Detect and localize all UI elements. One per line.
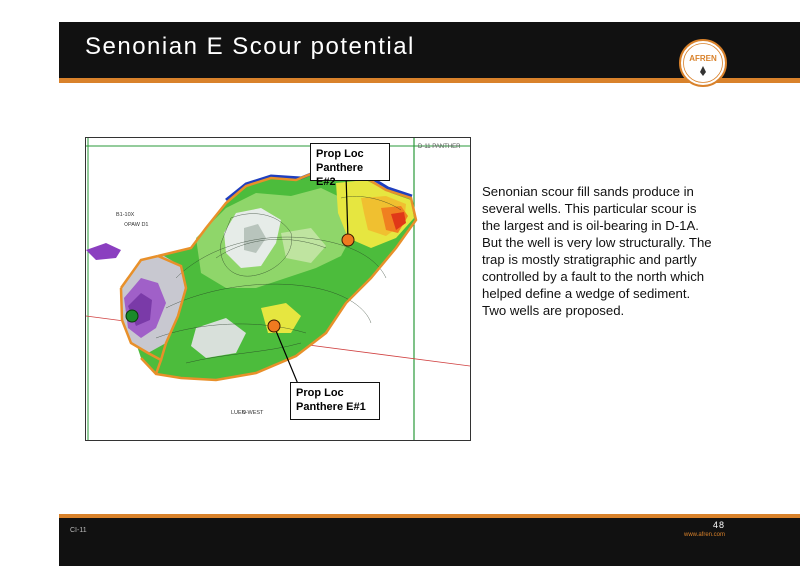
prop-well-e2-marker — [341, 233, 355, 247]
corner-label: D-11 PANTHER — [418, 144, 461, 150]
well-label-luen: LUEN-WEST — [231, 410, 264, 416]
callout-panthere-e1: Prop Loc Panthere E#1 — [290, 382, 380, 420]
prop-well-e1-marker — [267, 319, 281, 333]
svg-text:AFREN: AFREN — [689, 54, 717, 63]
callout-bottom-line1: Prop Loc — [296, 387, 344, 399]
existing-well-marker — [125, 309, 139, 323]
callout-bottom-line2: Panthere E#1 — [296, 401, 366, 413]
page-title: Senonian E Scour potential — [85, 33, 415, 60]
well-label-paw: PAW D1 — [128, 222, 148, 228]
footer-code: CI-11 — [70, 527, 87, 534]
footer-rule — [59, 514, 800, 518]
scour-map: D-11 PANTHER B1-10X PAW D1 LUEN-WEST — [85, 137, 471, 441]
contour-map-figure: D-11 PANTHER B1-10X PAW D1 LUEN-WEST — [86, 138, 470, 440]
footer-bar — [59, 514, 800, 566]
page-number: 48 — [712, 520, 725, 530]
callout-top-line1: Prop Loc — [316, 148, 364, 160]
well-label-b1: B1-10X — [116, 212, 135, 218]
callout-top-line2: Panthere E#2 — [316, 162, 364, 188]
afren-logo: AFREN — [679, 39, 727, 87]
callout-panthere-e2: Prop Loc Panthere E#2 — [310, 143, 390, 188]
footer-url: www.afren.com — [683, 532, 725, 538]
description-text: Senonian scour fill sands produce in sev… — [482, 184, 712, 318]
